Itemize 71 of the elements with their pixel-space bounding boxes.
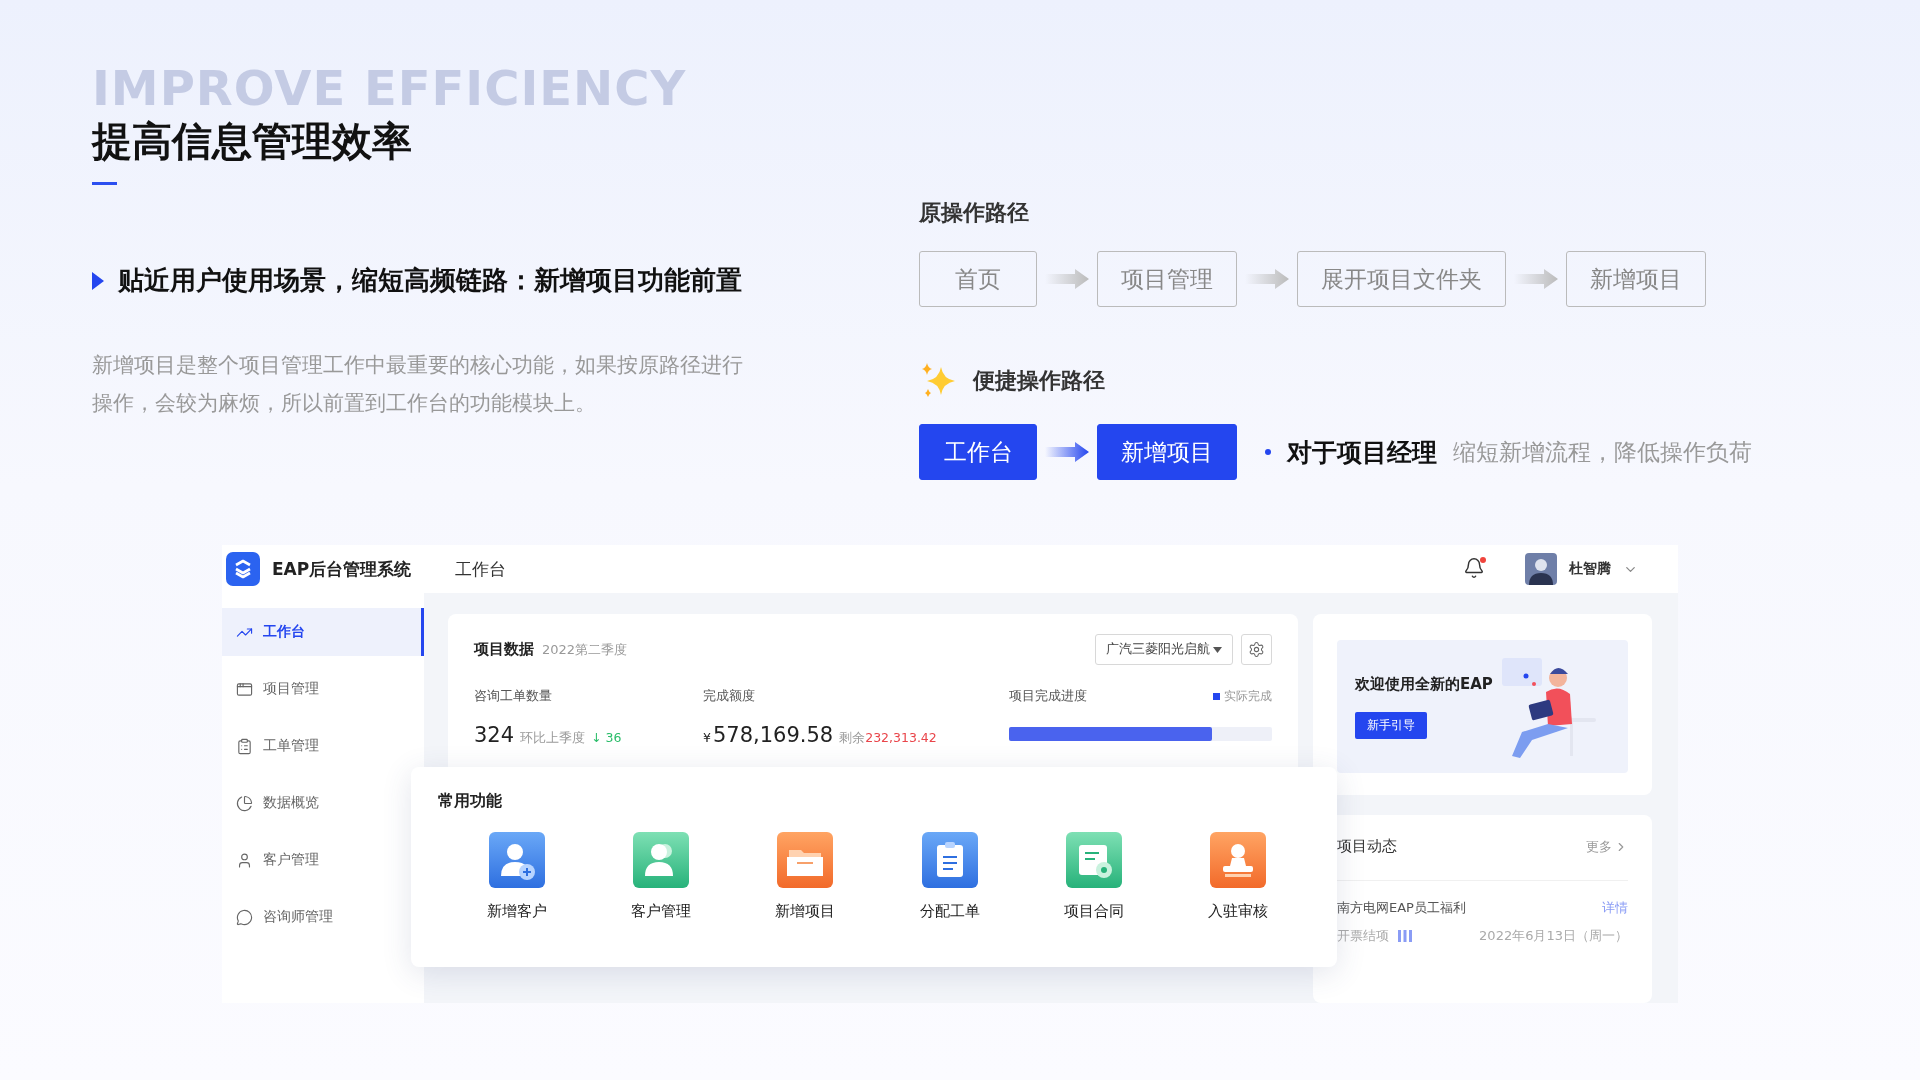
document-badge-icon[interactable] [1065, 832, 1122, 888]
sidebar-item[interactable]: 咨询师管理 [222, 893, 408, 941]
user-name[interactable]: 杜智腾 [1569, 560, 1611, 578]
panel-title: 常用功能 [438, 791, 503, 812]
path-step: 工作台 [919, 424, 1037, 480]
chat-icon [236, 908, 253, 926]
welcome-title: 欢迎使用全新的EAP [1355, 674, 1493, 694]
shortcut-label[interactable]: 新增客户 [487, 902, 548, 921]
window-icon [236, 680, 253, 698]
bars-icon [1397, 930, 1413, 942]
guide-button[interactable]: 新手引导 [1355, 711, 1427, 739]
clipboard-icon[interactable] [921, 832, 978, 888]
stat-label: 完成额度 [703, 687, 756, 705]
path-step: 新增项目 [1097, 424, 1237, 480]
sidebar-item[interactable]: 客户管理 [222, 836, 408, 884]
nav-title: 工作台 [455, 557, 507, 581]
shortcut-label[interactable]: 新增项目 [775, 902, 836, 921]
app-name: EAP后台管理系统 [272, 557, 412, 581]
change-value: ↓ 36 [591, 730, 622, 745]
activity-title: 南方电网EAP员工福利 [1337, 899, 1466, 917]
path-step: 展开项目文件夹 [1297, 251, 1506, 307]
card-title: 项目动态 [1337, 837, 1397, 856]
description-paragraph: 新增项目是整个项目管理工作中最重要的核心功能，如果按原路径进行操作，会较为麻烦，所以前置到工作台的功能模块上。 [92, 352, 744, 417]
sidebar-item[interactable]: 工单管理 [222, 722, 408, 770]
path-step: 首页 [919, 251, 1037, 307]
compare-label: 环比上季度 [520, 730, 586, 747]
path-step: 项目管理 [1097, 251, 1237, 307]
caret-icon [1213, 646, 1222, 653]
section-title: 原操作路径 [919, 199, 1030, 227]
logo-icon [226, 552, 260, 586]
shortcut-label[interactable]: 项目合同 [1063, 902, 1124, 921]
stat-value: 324 [474, 723, 515, 747]
people-icon[interactable] [633, 832, 690, 888]
shortcut-label[interactable]: 客户管理 [631, 902, 692, 921]
period-label: 2022第二季度 [542, 640, 628, 659]
page-title: 提高信息管理效率 [92, 120, 412, 162]
section-headline: 贴近用户使用场景，缩短高频链路：新增项目功能前置 [118, 264, 742, 297]
sidebar-item[interactable]: 工作台 [222, 608, 424, 656]
currency-symbol: ¥ [703, 730, 711, 745]
path-step: 新增项目 [1566, 251, 1706, 307]
note-text: 缩短新增流程，降低操作负荷 [1453, 437, 1752, 467]
status-label: 开票结项 [1337, 927, 1389, 945]
arrow-icon [1045, 269, 1089, 289]
stamp-icon[interactable] [1209, 832, 1266, 888]
remaining-value: 232,313.42 [865, 730, 937, 745]
arrow-icon [1245, 269, 1289, 289]
card-title: 项目数据 [474, 640, 534, 659]
project-select[interactable]: 广汽三菱阳光启航 [1095, 634, 1233, 665]
pie-icon [236, 794, 253, 812]
person-plus-icon[interactable] [489, 832, 546, 888]
sidebar-item[interactable]: 数据概览 [222, 779, 408, 827]
shortcut-label[interactable]: 入驻审核 [1207, 902, 1268, 921]
legend-item: 实际完成 [1213, 687, 1272, 705]
stat-value: 578,169.58 [712, 723, 834, 747]
arrow-icon [1045, 442, 1089, 462]
section-title: 便捷操作路径 [973, 367, 1105, 395]
bullet-icon [1265, 449, 1271, 455]
shortcut-label[interactable]: 分配工单 [919, 902, 980, 921]
remaining-label: 剩余 [839, 730, 866, 747]
note-label: 对于项目经理 [1287, 436, 1437, 469]
user-icon [236, 851, 253, 869]
triangle-icon [92, 271, 104, 290]
settings-button[interactable] [1241, 634, 1272, 665]
clipboard-icon [236, 737, 253, 755]
bell-icon[interactable] [1463, 557, 1487, 581]
avatar[interactable] [1525, 553, 1557, 585]
stat-label: 咨询工单数量 [474, 687, 553, 705]
settings-icon [1248, 641, 1265, 658]
stat-label: 项目完成进度 [1009, 687, 1087, 705]
folder-icon[interactable] [777, 832, 834, 888]
sidebar-item[interactable]: 项目管理 [222, 665, 408, 713]
